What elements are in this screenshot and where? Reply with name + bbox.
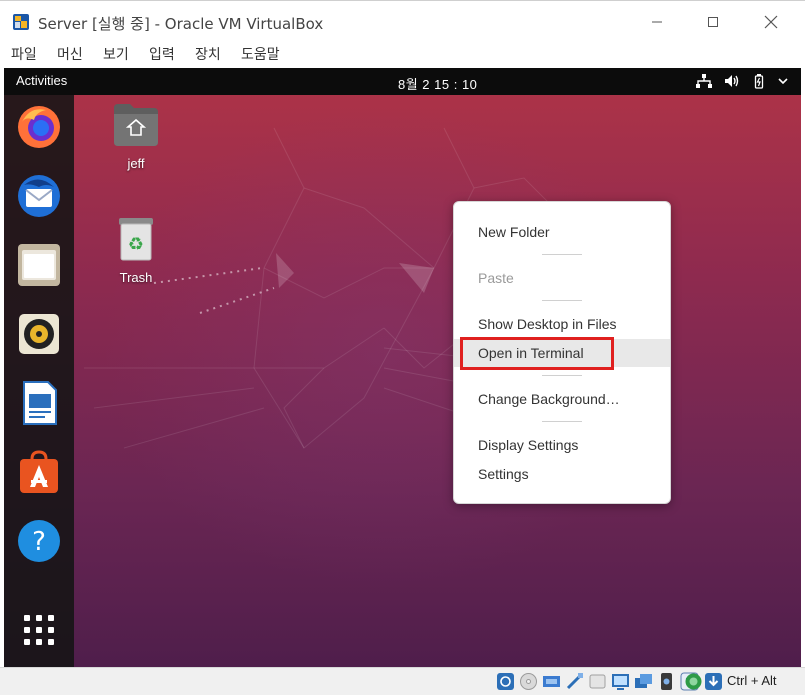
- menu-item-new-folder[interactable]: New Folder: [454, 218, 670, 246]
- menu-item-paste: Paste: [478, 270, 514, 286]
- software-center-icon: [20, 450, 58, 493]
- network-icon[interactable]: [695, 73, 713, 89]
- dock-libreoffice-writer[interactable]: [15, 379, 63, 427]
- guest-display[interactable]: Activities 8월 2 15 : 10 ? jeff ♻ Trash N…: [4, 68, 801, 667]
- dock-software-center[interactable]: [15, 448, 63, 496]
- dock-thunderbird[interactable]: [15, 172, 63, 220]
- maximize-icon: [708, 17, 718, 27]
- annotation-highlight-box: [460, 337, 614, 370]
- show-applications-icon: [24, 615, 54, 645]
- menu-separator: [542, 375, 582, 376]
- menu-view[interactable]: 보기: [103, 44, 129, 64]
- maximize-button[interactable]: [690, 7, 736, 37]
- rhythmbox-icon: [19, 314, 59, 354]
- help-icon: ?: [18, 520, 60, 562]
- menu-file[interactable]: 파일: [11, 44, 37, 64]
- network-adapter-icon[interactable]: [565, 671, 584, 692]
- window-title: Server [실행 중] - Oracle VM VirtualBox: [38, 15, 324, 33]
- window-titlebar: Server [실행 중] - Oracle VM VirtualBox: [0, 0, 805, 40]
- desktop-icon-trash[interactable]: ♻ Trash: [104, 216, 168, 285]
- menu-machine[interactable]: 머신: [57, 44, 83, 64]
- close-button[interactable]: [748, 7, 794, 37]
- close-icon: [764, 15, 778, 29]
- hard-disk-icon[interactable]: [496, 671, 515, 692]
- dock-help[interactable]: ?: [15, 517, 63, 565]
- menu-input[interactable]: 입력: [149, 44, 175, 64]
- volume-icon[interactable]: [723, 73, 741, 89]
- home-folder-icon: [114, 104, 158, 146]
- virtualbox-app-icon: [13, 14, 29, 30]
- host-key-label: Ctrl + Alt: [727, 673, 777, 688]
- clock[interactable]: 8월 2 15 : 10: [398, 74, 477, 93]
- usb-icon[interactable]: [588, 671, 607, 692]
- files-icon: [18, 244, 60, 286]
- desktop-icon-home[interactable]: jeff: [104, 102, 168, 171]
- mouse-integration-icon[interactable]: [704, 671, 723, 692]
- ubuntu-dock: ?: [4, 95, 74, 667]
- menu-devices[interactable]: 장치: [195, 44, 221, 64]
- menu-item-show-desktop-in-files[interactable]: Show Desktop in Files: [454, 310, 670, 338]
- gnome-topbar: Activities 8월 2 15 : 10: [4, 68, 801, 95]
- menu-separator: [542, 300, 582, 301]
- display-icon[interactable]: [634, 671, 653, 692]
- optical-drive-icon[interactable]: [519, 671, 538, 692]
- menu-separator: [542, 254, 582, 255]
- cpu-icon[interactable]: [684, 671, 703, 692]
- dock-show-applications[interactable]: [15, 606, 63, 654]
- thunderbird-icon: [18, 175, 60, 217]
- minimize-button[interactable]: [634, 7, 680, 37]
- window-menubar: 파일 머신 보기 입력 장치 도움말: [0, 40, 805, 68]
- window-border-right: [801, 68, 805, 667]
- minimize-icon: [652, 21, 662, 23]
- audio-icon[interactable]: [542, 671, 561, 692]
- video-capture-icon[interactable]: [657, 671, 676, 692]
- shared-folders-icon[interactable]: [611, 671, 630, 692]
- menu-separator: [542, 421, 582, 422]
- libreoffice-writer-icon: [23, 381, 57, 425]
- trash-icon: ♻: [119, 218, 153, 261]
- power-menu-icon[interactable]: [774, 73, 792, 89]
- menu-help[interactable]: 도움말: [241, 44, 280, 64]
- menu-item-change-background[interactable]: Change Background…: [454, 385, 670, 413]
- dock-rhythmbox[interactable]: [15, 310, 63, 358]
- svg-text:♻: ♻: [128, 234, 144, 255]
- activities-button[interactable]: Activities: [16, 73, 67, 88]
- battery-icon[interactable]: [751, 73, 769, 89]
- menu-item-display-settings[interactable]: Display Settings: [454, 431, 670, 459]
- firefox-icon: [18, 106, 60, 148]
- svg-text:?: ?: [32, 527, 46, 557]
- dock-firefox[interactable]: [15, 103, 63, 151]
- desktop-icon-trash-label: Trash: [119, 270, 153, 285]
- dock-files[interactable]: [15, 241, 63, 289]
- desktop-icon-home-label: jeff: [127, 156, 145, 171]
- vm-statusbar: V Ctrl + Alt: [0, 667, 805, 695]
- menu-item-settings[interactable]: Settings: [454, 460, 670, 488]
